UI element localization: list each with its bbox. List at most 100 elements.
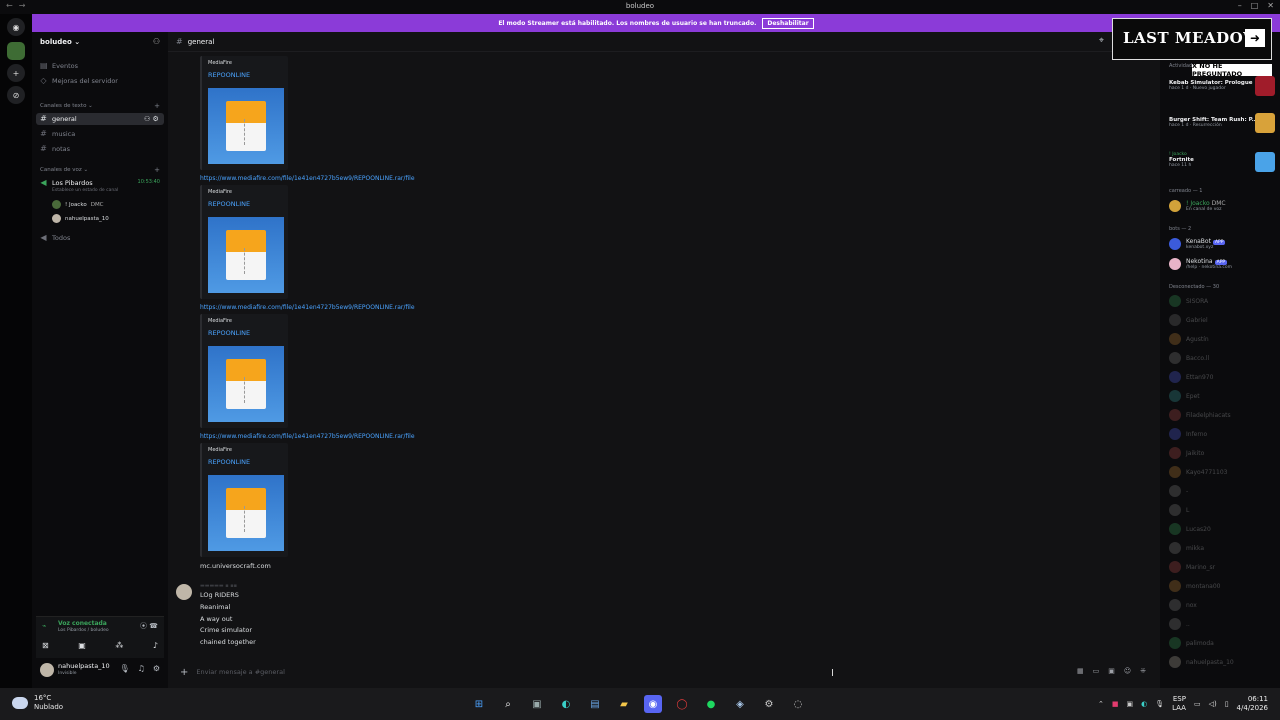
voice-location[interactable]: Los Pibardos / boludeo xyxy=(58,628,109,633)
member-row[interactable]: KenaBot APP kenabot.xyz xyxy=(1169,238,1277,250)
weather-widget[interactable]: 16°C Nublado xyxy=(12,694,63,712)
embed-provider[interactable]: MediaFire xyxy=(208,189,232,195)
store-icon[interactable]: ▤ xyxy=(586,695,604,713)
task-view-icon[interactable]: ▣ xyxy=(528,695,546,713)
microphone-icon[interactable]: 🎙 xyxy=(1155,700,1164,708)
settings-icon[interactable]: ⚙ xyxy=(760,695,778,713)
file-explorer-icon[interactable]: ▰ xyxy=(615,695,633,713)
embed-provider[interactable]: MediaFire xyxy=(208,447,232,453)
tray-app-icon[interactable]: ◐ xyxy=(1141,700,1147,708)
add-text-channel-icon[interactable]: + xyxy=(154,102,160,110)
text-category[interactable]: Canales de texto ⌄ xyxy=(40,103,93,109)
message-link[interactable]: https://www.mediafire.com/file/1e41en472… xyxy=(200,304,415,311)
embed-provider[interactable]: MediaFire xyxy=(208,318,232,324)
maximize-icon[interactable]: □ xyxy=(1251,1,1259,10)
tray-app-icon[interactable]: ▣ xyxy=(1126,700,1133,708)
add-voice-channel-icon[interactable]: + xyxy=(154,166,160,174)
voice-user[interactable]: ! Joacko DMC xyxy=(52,200,104,209)
member-row-offline[interactable]: Bacco.ll xyxy=(1169,352,1277,364)
member-row-offline[interactable]: Filadelphiacats xyxy=(1169,409,1277,421)
embed-provider[interactable]: MediaFire xyxy=(208,60,232,66)
activity-card[interactable]: Burger Shift: Team Rush: P... hace 1 d ·… xyxy=(1169,113,1275,133)
network-icon[interactable]: ▭ xyxy=(1194,700,1201,708)
add-server-icon[interactable]: + xyxy=(7,64,25,82)
windows-start-icon[interactable]: ⊞ xyxy=(470,695,488,713)
tray-app-icon[interactable]: ■ xyxy=(1112,700,1119,708)
discord-icon[interactable]: ◉ xyxy=(644,695,662,713)
message-input[interactable] xyxy=(196,668,797,676)
channel-musica[interactable]: # musica xyxy=(40,129,75,138)
gift-icon[interactable]: ▦ xyxy=(1077,667,1084,675)
attach-plus-icon[interactable]: + xyxy=(180,667,188,678)
member-row-offline[interactable]: Inferno xyxy=(1169,428,1277,440)
user-name[interactable]: nahuelpasta_10 xyxy=(58,662,110,670)
voice-channel-status[interactable]: Establece un estado de canal xyxy=(52,188,118,193)
events-link[interactable]: ▤ Eventos xyxy=(40,61,78,70)
channel-general[interactable]: # general xyxy=(40,114,77,123)
channel-notas[interactable]: # notas xyxy=(40,144,70,153)
app-icon[interactable]: ◌ xyxy=(789,695,807,713)
chevron-up-icon[interactable]: ⌃ xyxy=(1098,700,1104,708)
add-member-icon[interactable]: ⚇ xyxy=(153,37,160,46)
member-row-offline[interactable]: nahuelpasta_10 xyxy=(1169,656,1277,668)
server-name[interactable]: boludeo ⌄ xyxy=(40,38,80,46)
spotify-icon[interactable]: ● xyxy=(702,695,720,713)
member-row-offline[interactable]: SISORA xyxy=(1169,295,1277,307)
explore-icon[interactable]: ⊘ xyxy=(7,86,25,104)
threads-icon[interactable]: ⌖ xyxy=(1099,36,1104,46)
member-row[interactable]: Nekotina APP/help · nekotina.com xyxy=(1169,258,1277,270)
server-icon-boludeo[interactable] xyxy=(7,42,25,60)
edge-icon[interactable]: ◐ xyxy=(557,695,575,713)
voice-user[interactable]: nahuelpasta_10 xyxy=(52,214,109,223)
message-link[interactable]: https://www.mediafire.com/file/1e41en472… xyxy=(200,433,415,440)
member-row-offline[interactable]: Lucas20 xyxy=(1169,523,1277,535)
embed-thumbnail[interactable] xyxy=(208,217,284,293)
member-row-offline[interactable]: Marino_sr xyxy=(1169,561,1277,573)
member-row-offline[interactable]: Agustín xyxy=(1169,333,1277,345)
embed-thumbnail[interactable] xyxy=(208,346,284,422)
search-icon[interactable]: ⌕ xyxy=(499,695,517,713)
volume-icon[interactable]: ◁) xyxy=(1209,700,1217,708)
camera-off-icon[interactable]: ⊠ xyxy=(42,641,49,650)
member-row[interactable]: ! Joacko DMC En canal de voz xyxy=(1169,200,1277,212)
minimize-icon[interactable]: – xyxy=(1238,1,1242,10)
gif-icon[interactable]: ▭ xyxy=(1093,667,1100,675)
emoji-icon[interactable]: ☺ xyxy=(1124,667,1131,675)
member-row-offline[interactable]: montana00 xyxy=(1169,580,1277,592)
headphones-icon[interactable]: ♫ xyxy=(138,664,145,673)
steam-icon[interactable]: ◈ xyxy=(731,695,749,713)
member-row-offline[interactable]: L xyxy=(1169,504,1277,516)
voice-category[interactable]: Canales de voz ⌄ xyxy=(40,167,88,173)
avatar[interactable] xyxy=(176,584,192,600)
battery-icon[interactable]: ▯ xyxy=(1225,700,1229,708)
member-row-offline[interactable]: Ettan970 xyxy=(1169,371,1277,383)
language-indicator[interactable]: ESP LAA xyxy=(1172,695,1186,713)
embed-title[interactable]: REPOONLINE xyxy=(208,458,250,466)
disconnect-icon[interactable]: ⦿ ☎ xyxy=(140,621,158,631)
gear-icon[interactable]: ⚙ xyxy=(153,664,160,673)
embed-title[interactable]: REPOONLINE xyxy=(208,71,250,79)
member-row-offline[interactable]: Kayo4771103 xyxy=(1169,466,1277,478)
embed-thumbnail[interactable] xyxy=(208,88,284,164)
member-row-offline[interactable]: - xyxy=(1169,485,1277,497)
member-row-offline[interactable]: palimoda xyxy=(1169,637,1277,649)
embed-thumbnail[interactable] xyxy=(208,475,284,551)
invite-and-settings-icons[interactable]: ⚇ ⚙ xyxy=(144,115,159,123)
everyone-channel[interactable]: ◀ Todos xyxy=(40,233,70,242)
screen-share-icon[interactable]: ▣ xyxy=(78,641,86,650)
member-row-offline[interactable]: mikka xyxy=(1169,542,1277,554)
microphone-icon[interactable]: 🎙 xyxy=(120,664,130,673)
member-row-offline[interactable]: Epet xyxy=(1169,390,1277,402)
embed-title[interactable]: REPOONLINE xyxy=(208,329,250,337)
avatar[interactable] xyxy=(40,663,54,677)
clock[interactable]: 06:11 4/4/2026 xyxy=(1237,695,1268,713)
disable-streamer-button[interactable]: Deshabilitar xyxy=(762,17,814,29)
embed-title[interactable]: REPOONLINE xyxy=(208,200,250,208)
discord-home-icon[interactable]: ◉ xyxy=(7,18,25,36)
sticker-icon[interactable]: ▣ xyxy=(1108,667,1115,675)
activity-card[interactable]: ! Joacko Fortnite hace 11 h xyxy=(1169,152,1275,172)
close-icon[interactable]: ✕ xyxy=(1267,1,1274,10)
voice-channel-los-pibardos[interactable]: ◀ Los Pibardos xyxy=(40,178,92,187)
member-row-offline[interactable]: nox xyxy=(1169,599,1277,611)
member-row-offline[interactable]: Jaikito xyxy=(1169,447,1277,459)
